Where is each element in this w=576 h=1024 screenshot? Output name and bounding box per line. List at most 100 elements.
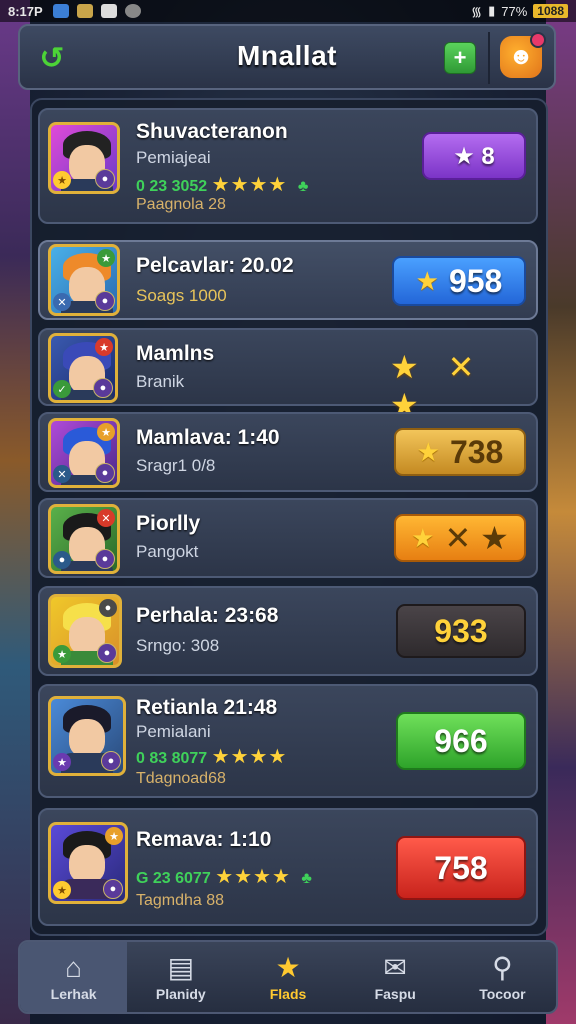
reward-button[interactable]: ★ ✕ ★: [394, 514, 526, 562]
star-icon: ★: [411, 522, 435, 553]
action-button[interactable]: ★ 8: [422, 132, 526, 180]
player-footer: Paagnola 28: [136, 196, 226, 213]
status-time: 8:17P: [8, 3, 43, 19]
player-name: Perhala: 23:68: [136, 604, 279, 627]
player-name: Shuvacteranon: [136, 120, 288, 143]
rank-badge-icon: ●: [93, 378, 113, 398]
player-subtitle: Pemialani: [136, 722, 211, 741]
rank-badge-icon: ●: [95, 291, 115, 311]
class-badge-icon: ✕: [53, 293, 71, 311]
star-badge-icon: ★: [95, 338, 113, 356]
score-button[interactable]: ★ 738: [394, 428, 526, 476]
player-name: Piorlly: [136, 512, 201, 535]
player-stat: 0 23 3052 ★★★★ ♣: [136, 174, 309, 196]
gem-icon: ♣: [301, 870, 312, 887]
player-name: Remava: 1:10: [136, 828, 272, 851]
background-left: [0, 0, 30, 1024]
list-item[interactable]: ★ ★ ● Remava: 1:10 G 23 6077 ★★★★ ♣ Tagm…: [38, 808, 538, 926]
character-portrait: ● ★ ●: [48, 594, 122, 668]
nav-item-favorites[interactable]: ★ Flads: [234, 942, 341, 1012]
character-portrait: ★ ✓ ●: [48, 333, 118, 403]
wifi-icon: ᯾: [471, 4, 483, 19]
background-right: [546, 0, 576, 1024]
list-item[interactable]: ✕ ● ● Piorlly Pangokt ★ ✕ ★: [38, 498, 538, 578]
character-portrait: ★ ●: [48, 122, 120, 194]
player-subtitle: Pangokt: [136, 542, 199, 561]
score-button[interactable]: 758: [396, 836, 526, 900]
notification-tool-icon: [100, 4, 117, 18]
class-badge-icon: ★: [53, 645, 71, 663]
planner-icon: ▤: [167, 952, 195, 983]
score-button[interactable]: 966: [396, 712, 526, 770]
rating-stars: ★★★★: [211, 174, 288, 196]
player-name: Mamlava: 1:40: [136, 426, 280, 449]
status-bar: 8:17P ᯾ ▮ 77% 1088: [0, 0, 576, 22]
player-name: Pelcavlar: 20.02: [136, 254, 294, 277]
list-item[interactable]: ★ ✕ ● Mamlava: 1:40 Sragr1 0/8 ★ 738: [38, 412, 538, 492]
player-name: Mamlns: [136, 342, 215, 365]
star-badge-icon: ★: [97, 249, 115, 267]
star-icon: ★: [275, 952, 301, 983]
add-button[interactable]: +: [444, 42, 476, 74]
profile-avatar-button[interactable]: ☻: [500, 32, 546, 78]
list-item[interactable]: ★ ✓ ● Mamlns Branik ★ ✕ ★: [38, 328, 538, 423]
player-name: Retianla 21:48: [136, 696, 278, 719]
class-badge-icon: ✓: [53, 380, 71, 398]
player-stat: G 23 6077 ★★★★ ♣: [136, 866, 312, 888]
star-badge-icon: ★: [105, 827, 123, 845]
header-divider: [488, 32, 490, 84]
notification-settings-icon: [124, 4, 141, 18]
nav-item-profile[interactable]: ⚲ Tocoor: [449, 942, 556, 1012]
star-icon: ★: [415, 265, 439, 296]
class-badge-icon: ★: [53, 881, 71, 899]
player-subtitle: Pemiajeai: [136, 148, 211, 167]
player-subtitle: Sragr1 0/8: [136, 456, 216, 475]
character-portrait: ★ ✕ ●: [48, 244, 120, 316]
message-icon: ✉: [383, 952, 407, 983]
gem-icon: ♣: [297, 178, 309, 195]
list-item[interactable]: ★ ● Shuvacteranon Pemiajeai 0 23 3052 ★★…: [38, 108, 538, 224]
smiley-icon: ☻: [508, 43, 534, 70]
app-header: ↺ Mnallat + ☻: [18, 24, 556, 90]
home-icon: ⌂: [65, 952, 83, 983]
character-portrait: ★ ✕ ●: [48, 418, 120, 488]
star-badge-icon: ✕: [97, 509, 115, 527]
notification-qr-icon: [76, 4, 93, 18]
nav-item-home[interactable]: ⌂ Lerhak: [20, 942, 128, 1012]
player-subtitle: Srngo: 308: [136, 636, 220, 655]
score-button[interactable]: ★ 958: [392, 256, 526, 306]
nav-item-planner[interactable]: ▤ Planidy: [127, 942, 234, 1012]
list-item[interactable]: ★ ✕ ● Pelcavlar: 20.02 Soags 1000 ★ 958: [38, 240, 538, 320]
rank-badge-icon: ●: [101, 751, 121, 771]
character-portrait: ★ ●: [48, 696, 126, 776]
player-footer: Tagmdha 88: [136, 892, 225, 909]
class-badge-icon: ★: [53, 753, 71, 771]
character-portrait: ✕ ● ●: [48, 504, 120, 574]
class-badge-icon: ●: [53, 551, 71, 569]
player-footer: Tdagnoad68: [136, 770, 226, 787]
star-badge-icon: ★: [97, 423, 115, 441]
class-badge-icon: ✕: [53, 465, 71, 483]
score-button[interactable]: 933: [396, 604, 526, 658]
battery-badge: 1088: [533, 4, 568, 18]
notification-app-icon: [52, 4, 69, 18]
star-badge-icon: ★: [53, 171, 71, 189]
star-badge-icon: ●: [99, 599, 117, 617]
nav-item-messages[interactable]: ✉ Faspu: [342, 942, 449, 1012]
signal-icon: ▮: [488, 3, 496, 18]
player-stat: 0 83 8077 ★★★★: [136, 746, 288, 768]
player-subtitle: Soags 1000: [136, 286, 227, 305]
rating-stars: ★★★★: [215, 866, 291, 888]
status-right: ᯾ ▮ 77% 1088: [471, 2, 568, 20]
character-portrait: ★ ★ ●: [48, 822, 128, 904]
rating-stars: ★★★★: [211, 746, 288, 768]
notification-dot: [530, 32, 546, 48]
list-item[interactable]: ● ★ ● Perhala: 23:68 Srngo: 308 933: [38, 586, 538, 676]
profile-icon: ⚲: [492, 952, 513, 983]
bottom-navigation: ⌂ Lerhak ▤ Planidy ★ Flads ✉ Faspu ⚲ Toc…: [18, 940, 558, 1014]
battery-percent: 77%: [501, 3, 528, 19]
rank-badge-icon: ●: [97, 643, 117, 663]
list-item[interactable]: ★ ● Retianla 21:48 Pemialani 0 83 8077 ★…: [38, 684, 538, 798]
rank-badge-icon: ●: [103, 879, 123, 899]
star-icon: ★: [416, 436, 440, 467]
